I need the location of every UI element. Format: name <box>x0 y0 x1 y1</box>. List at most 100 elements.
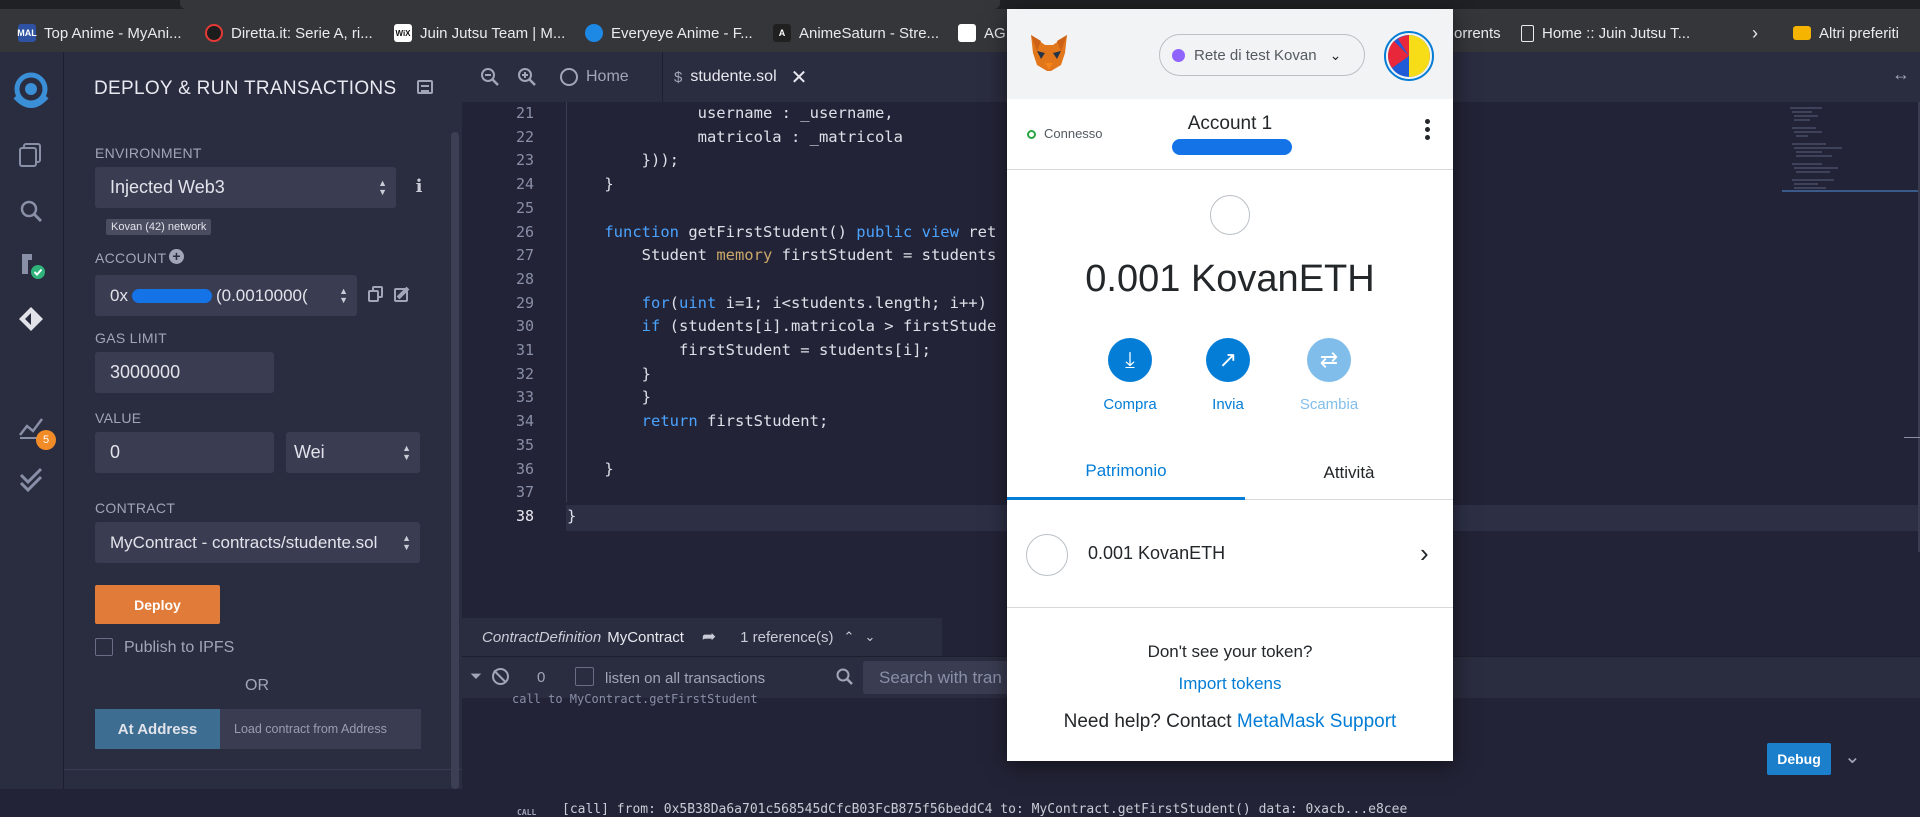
swap-button[interactable]: ⇄ Scambia <box>1284 338 1374 413</box>
bookmark-animesaturn[interactable]: A AnimeSaturn - Stre... <box>773 22 939 44</box>
bookmarks-overflow-chevron-icon[interactable]: › <box>1752 22 1758 44</box>
code-line[interactable]: return firstStudent; <box>567 412 829 430</box>
tab-assets[interactable]: Patrimonio <box>1007 445 1245 500</box>
panel-scrollbar[interactable] <box>451 132 459 789</box>
expand-log-chevron-icon[interactable]: ⌄ <box>1844 744 1861 769</box>
line-number: 38 <box>515 506 534 525</box>
select-arrows-icon: ▲ ▼ <box>402 532 411 552</box>
line-number: 33 <box>515 388 534 407</box>
account-bar: Connesso Account 1 <box>1007 99 1453 170</box>
account-name[interactable]: Account 1 <box>1007 113 1453 135</box>
code-line[interactable]: firstStudent = students[i]; <box>567 341 931 359</box>
bookmark-everyeye[interactable]: Everyeye Anime - F... <box>585 22 753 44</box>
code-line[interactable]: })); <box>567 151 679 169</box>
chevron-right-icon: › <box>1420 538 1429 568</box>
add-account-icon[interactable]: + <box>169 249 184 264</box>
bookmark-torrents[interactable]: orrents <box>1454 22 1501 44</box>
value-unit-select[interactable]: Wei ▲ ▼ <box>286 432 420 473</box>
chevron-down-icon[interactable]: ⌄ <box>864 629 875 645</box>
account-select[interactable]: 0x (0.0010000( ▲ ▼ <box>95 275 357 316</box>
animesaturn-icon: A <box>773 24 791 42</box>
zoom-out-icon[interactable] <box>480 67 500 87</box>
close-tab-icon[interactable]: ✕ <box>791 65 808 90</box>
at-address-button[interactable]: At Address <box>95 709 220 749</box>
search-icon[interactable] <box>16 196 46 226</box>
asset-row[interactable]: 0.001 KovanETH › <box>1007 500 1453 608</box>
edit-icon[interactable] <box>394 285 412 303</box>
bookmark-juinjutsu-home[interactable]: Home :: Juin Jutsu T... <box>1521 22 1690 44</box>
code-minimap[interactable] <box>1782 102 1918 232</box>
unit-test-check-icon[interactable] <box>16 464 46 494</box>
clear-console-icon[interactable] <box>492 668 509 685</box>
code-line[interactable]: } <box>567 388 651 406</box>
buy-label: Compra <box>1103 396 1157 413</box>
kebab-menu-icon[interactable] <box>1425 119 1431 145</box>
token-icon <box>1210 195 1250 235</box>
bookmark-wix[interactable]: WiX Juin Jutsu Team | M... <box>394 22 565 44</box>
terminal-search-input[interactable]: Search with tran <box>863 661 1023 694</box>
network-selector[interactable]: Rete di test Kovan ⌄ <box>1159 34 1365 76</box>
code-line[interactable]: if (students[i].matricola > firstStude <box>567 317 997 335</box>
remix-logo-icon[interactable] <box>6 66 56 116</box>
solidity-file-icon: $ <box>674 68 683 86</box>
debug-button[interactable]: Debug <box>1767 743 1831 775</box>
tab-studente-sol[interactable]: $ studente.sol ✕ <box>674 65 808 90</box>
deploy-run-icon[interactable] <box>16 304 46 334</box>
code-line[interactable]: function getFirstStudent() public view r… <box>567 223 996 241</box>
info-icon[interactable]: i <box>412 176 426 198</box>
tab-home[interactable]: Home <box>560 66 629 88</box>
diretta-icon <box>205 24 223 42</box>
tab-activity[interactable]: Attività <box>1245 445 1453 500</box>
expand-panel-icon[interactable]: ↔ <box>1892 64 1910 85</box>
metamask-tabs: Patrimonio Attività <box>1007 445 1453 500</box>
swap-label: Scambia <box>1299 396 1359 413</box>
buy-button[interactable]: ⤓ Compra <box>1085 338 1175 413</box>
docs-book-icon[interactable] <box>417 80 433 94</box>
line-number: 23 <box>515 151 534 170</box>
code-line[interactable]: } <box>567 365 651 383</box>
code-line[interactable]: Student memory firstStudent = students <box>567 246 997 264</box>
bookmark-altri-preferiti[interactable]: Altri preferiti <box>1793 22 1899 44</box>
bookmark-label: Altri preferiti <box>1819 24 1900 42</box>
share-arrow-icon[interactable]: ➦ <box>702 627 716 647</box>
wix-icon: WiX <box>394 24 412 42</box>
metamask-support-link[interactable]: MetaMask Support <box>1237 711 1396 732</box>
account-avatar[interactable] <box>1384 31 1434 81</box>
solidity-compiler-icon[interactable] <box>16 250 46 280</box>
publish-ipfs-checkbox[interactable] <box>95 638 113 656</box>
code-line[interactable]: username : _username, <box>567 104 894 122</box>
collapse-terminal-icon[interactable]: ⏷ <box>470 668 482 685</box>
document-icon <box>1521 24 1534 42</box>
contract-select[interactable]: MyContract - contracts/studente.sol ▲ ▼ <box>95 522 420 563</box>
environment-select[interactable]: Injected Web3 ▲ ▼ <box>95 167 396 208</box>
folder-icon <box>1793 26 1811 40</box>
copy-icon[interactable] <box>368 286 384 302</box>
listen-all-checkbox[interactable] <box>575 667 594 686</box>
send-button[interactable]: ↗ Invia <box>1183 338 1273 413</box>
line-number: 21 <box>515 104 534 122</box>
deploy-run-panel: DEPLOY & RUN TRANSACTIONS ENVIRONMENT In… <box>64 52 462 789</box>
code-line[interactable]: matricola : _matricola <box>567 128 903 146</box>
deploy-button[interactable]: Deploy <box>95 585 220 624</box>
redacted-account-address[interactable] <box>1172 139 1292 155</box>
active-browser-tab[interactable] <box>180 0 1000 9</box>
gas-limit-input[interactable]: 3000000 <box>95 352 274 393</box>
code-line[interactable]: for(uint i=1; i<students.length; i++) <box>567 294 987 312</box>
value-input[interactable]: 0 <box>95 432 274 473</box>
zoom-in-icon[interactable] <box>517 67 537 87</box>
bookmark-myanimelist[interactable]: MAL Top Anime - MyAni... <box>17 22 182 44</box>
file-explorer-icon[interactable] <box>16 140 46 170</box>
code-line[interactable]: } <box>567 175 613 193</box>
log-call-line: call to MyContract.getFirstStudent <box>512 692 758 706</box>
help-prefix: Need help? Contact <box>1063 711 1232 732</box>
code-line[interactable]: } <box>567 460 613 478</box>
reference-kind: ContractDefinition <box>482 628 602 646</box>
at-address-input[interactable]: Load contract from Address <box>220 709 421 749</box>
bookmark-ag[interactable]: AG <box>958 22 1006 44</box>
bookmark-label: Top Anime - MyAni... <box>44 24 182 42</box>
bookmark-diretta[interactable]: Diretta.it: Serie A, ri... <box>205 22 373 44</box>
import-tokens-link[interactable]: Import tokens <box>1007 674 1453 694</box>
code-line[interactable]: } <box>567 507 576 525</box>
chevron-up-icon[interactable]: ⌃ <box>844 629 855 645</box>
network-dot <box>1172 48 1185 62</box>
